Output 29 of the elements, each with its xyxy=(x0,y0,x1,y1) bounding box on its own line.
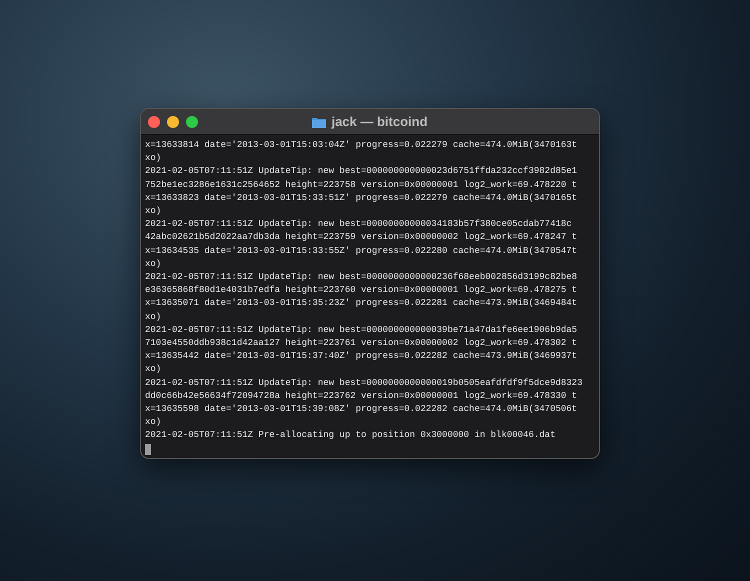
terminal-line: x=13633823 date='2013-03-01T15:33:51Z' progress=0.022279 cache=474.0MiB(3470165t xyxy=(145,192,578,205)
terminal-line: 2021-02-05T07:11:51Z UpdateTip: new best=000000000000039be71a47da1fe6ee1906b9da5 xyxy=(145,324,578,337)
terminal-line: 2021-02-05T07:11:51Z UpdateTip: new best=00000000000034183b57f380ce05cdab77418c xyxy=(145,218,572,232)
terminal-line: 7103e4550ddb938c1d42aa127 height=223761 version=0x00000002 log2_work=69.478302 t xyxy=(145,337,578,350)
terminal-line: 752be1ec3286e1631c2564652 height=223758 version=0x00000001 log2_work=69.478220 t xyxy=(145,178,578,192)
minimize-button[interactable] xyxy=(167,116,179,128)
terminal-line: x=13634535 date='2013-03-01T15:33:55Z' progress=0.022280 cache=474.0MiB(3470547t xyxy=(145,244,578,258)
terminal-line: xo) xyxy=(145,152,162,166)
terminal-line: xo) xyxy=(145,363,162,376)
terminal-line: 2021-02-05T07:11:51Z UpdateTip: new best=0000000000000236f68eeb002856d3199c82be8 xyxy=(145,271,578,284)
zoom-button[interactable] xyxy=(186,116,198,128)
terminal-line: 2021-02-05T07:11:51Z UpdateTip: new best=000000000000023d6751ffda232ccf3982d85e1 xyxy=(145,165,578,178)
cursor-block xyxy=(145,444,151,455)
terminal-line: x=13635071 date='2013-03-01T15:35:23Z' progress=0.022281 cache=473.9MiB(3469484t xyxy=(145,297,578,310)
terminal-line: xo) xyxy=(145,310,162,324)
terminal-line: x=13635442 date='2013-03-01T15:37:40Z' progress=0.022282 cache=473.9MiB(3469937t xyxy=(145,350,578,364)
terminal-line: 2021-02-05T07:11:51Z UpdateTip: new best=0000000000000019b0505eafdfdf9f5dce9d8323 xyxy=(145,376,582,390)
terminal-line: xo) xyxy=(145,205,162,218)
terminal-line: e36365868f80d1e4031b7edfa height=223760 version=0x00000001 log2_work=69.478275 t xyxy=(145,284,578,298)
folder-icon xyxy=(312,116,326,128)
window-title: jack — bitcoind xyxy=(331,114,428,129)
terminal-line: dd0c66b42e56634f72094728a height=223762 version=0x00000001 log2_work=69.478330 t xyxy=(145,390,578,403)
terminal-line: x=13635598 date='2013-03-01T15:39:08Z' progress=0.022282 cache=474.0MiB(3470506t xyxy=(145,403,578,416)
terminal-line: x=13633814 date='2013-03-01T15:03:04Z' progress=0.022279 cache=474.0MiB(3470163t xyxy=(145,139,578,152)
terminal-line: xo) xyxy=(145,416,162,430)
terminal-line: xo) xyxy=(145,258,162,271)
close-button[interactable] xyxy=(148,116,160,128)
terminal-line: 42abc02621b5d2022aa7db3da height=223759 version=0x00000002 log2_work=69.478247 t xyxy=(145,231,578,244)
terminal-line: 2021-02-05T07:11:51Z Pre-allocating up to position 0x3000000 in blk00046.dat xyxy=(145,429,556,442)
